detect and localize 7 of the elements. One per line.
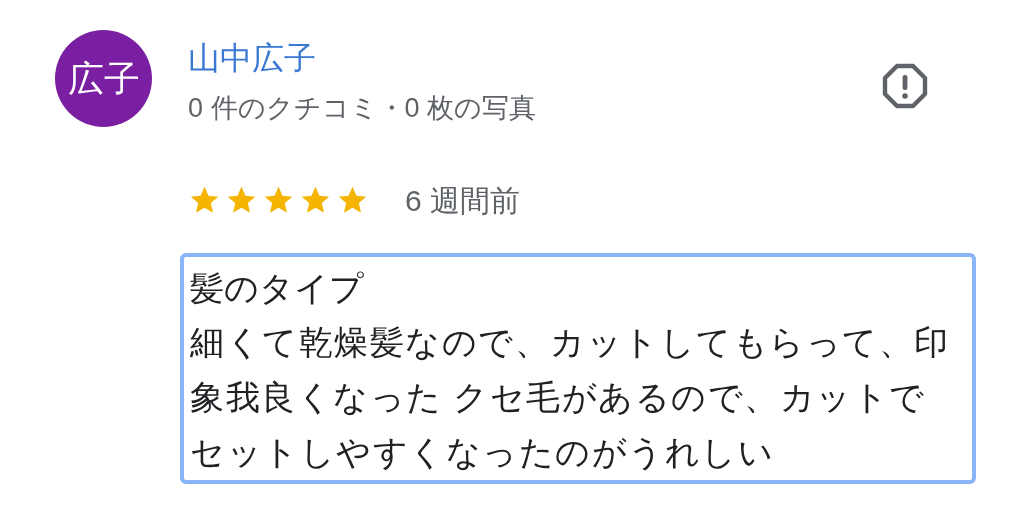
review-heading: 髪のタイプ — [190, 268, 365, 309]
avatar: 広子 — [55, 30, 152, 127]
reviewer-name[interactable]: 山中広子 — [188, 36, 537, 80]
report-icon[interactable] — [881, 62, 929, 110]
review-text: 細くて乾燥髪なので、カットしてもらって、印象我良くなった クセ毛があるので、カットでセットしやすくなったのがうれしい — [190, 322, 951, 473]
review-time: 6 週間前 — [405, 183, 521, 219]
reviewer-stats: 0 件のクチコミ・0 枚の写真 — [188, 92, 537, 125]
